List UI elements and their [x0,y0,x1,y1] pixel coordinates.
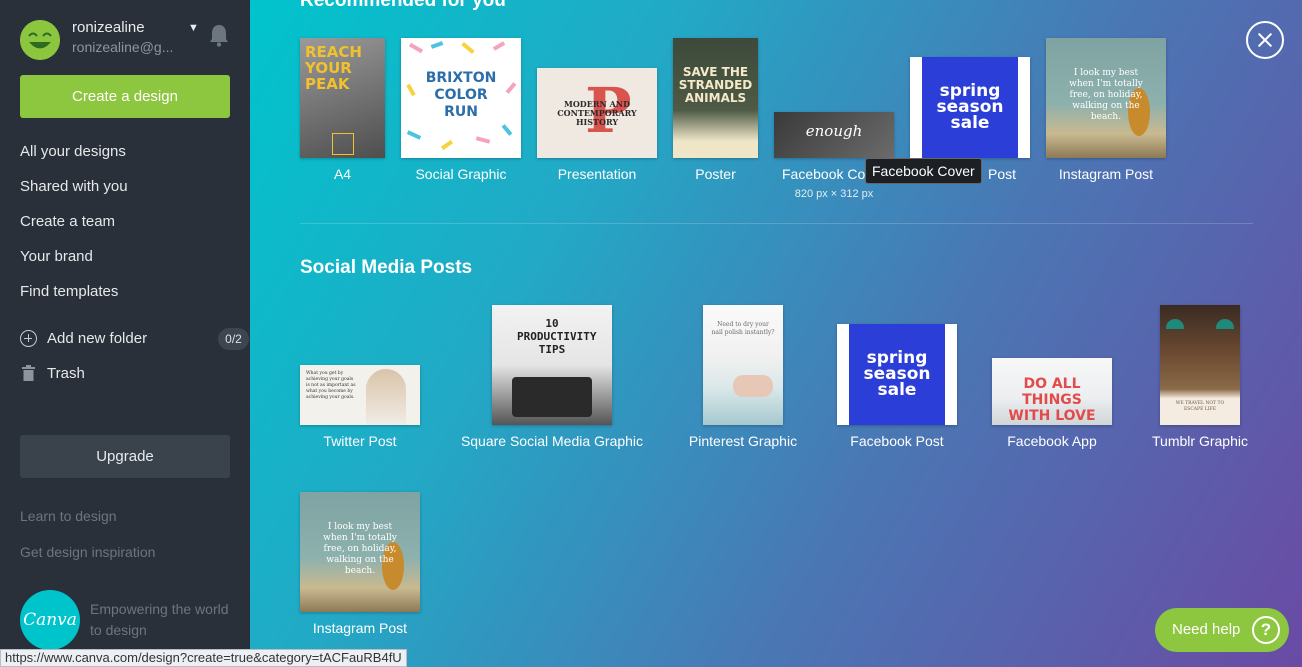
user-menu[interactable]: ronizealine ronizealine@g... ▼ [20,18,235,62]
design-inspiration-link[interactable]: Get design inspiration [20,544,155,560]
avatar[interactable] [20,20,60,60]
thumbnail: spring season sale [837,324,957,425]
thumb-text: enough [805,122,863,140]
folder-count-badge: 0/2 [218,328,249,350]
thumbnail: P MODERN AND CONTEMPORARY HISTORY [537,68,657,158]
thumb-text: I look my best when I'm totally free, on… [1069,68,1143,122]
thumb-text: SAVE THE STRANDED ANIMALS [678,65,753,105]
bell-icon[interactable] [208,23,230,47]
thumb-text: spring season sale [936,81,1004,133]
thumbnail: I look my best when I'm totally free, on… [300,492,420,612]
card-label: Pinterest Graphic [688,433,798,449]
thumbnail: I look my best when I'm totally free, on… [1046,38,1166,158]
canva-logo[interactable]: Canva [20,590,80,650]
hand-icon [733,375,773,397]
nav-find-templates[interactable]: Find templates [20,280,230,315]
nav-your-brand[interactable]: Your brand [20,245,230,280]
user-name: ronizealine [72,19,145,36]
learn-to-design-link[interactable]: Learn to design [20,508,117,524]
thumb-text: I look my best when I'm totally free, on… [323,522,397,576]
thumb-text: WE TRAVEL NOT TO ESCAPE LIFE [1175,401,1225,412]
thumb-text: 10 PRODUCTIVITY TIPS [517,317,597,356]
recommended-title: Recommended for you [300,0,506,11]
tagline: Empowering the world to design [90,601,229,638]
social-media-title: Social Media Posts [300,257,473,278]
card-label: Twitter Post [323,433,397,449]
section-divider [300,223,1253,224]
thumbnail: 10 PRODUCTIVITY TIPS [492,305,612,425]
help-label: Need help [1172,621,1241,638]
thumbnail: enough [774,112,894,158]
card-label: Square Social Media Graphic [460,433,644,449]
card-label: Presentation [557,166,637,182]
status-bar-url: https://www.canva.com/design?create=true… [0,649,407,667]
lamp-icon [1166,319,1184,329]
nav-shared-with-you[interactable]: Shared with you [20,175,230,210]
thumbnail: What you get by achieving your goals is … [300,365,420,425]
add-folder-label: Add new folder [47,330,148,347]
person-icon [366,369,406,425]
nav-create-team[interactable]: Create a team [20,210,230,245]
thumb-text: What you get by achieving your goals is … [306,371,356,400]
thumbnail: Need to dry your nail polish instantly? [703,305,783,425]
sidebar: ronizealine ronizealine@g... ▼ Create a … [0,0,250,667]
thumbnail: SAVE THE STRANDED ANIMALS [673,38,758,158]
thumbnail: spring season sale [910,57,1030,158]
caret-down-icon[interactable]: ▼ [188,22,199,34]
plus-circle-icon [20,330,37,347]
thumb-text: DO ALL THINGS WITH LOVE [1008,376,1096,424]
thumbnail: WE TRAVEL NOT TO ESCAPE LIFE [1160,305,1240,425]
thumbnail: BRIXTON COLOR RUN [401,38,521,158]
user-email: ronizealine@g... [72,39,174,55]
thumb-text: BRIXTON COLOR RUN [425,70,497,120]
sidebar-nav: All your designs Shared with you Create … [20,140,230,315]
thumb-text: Need to dry your nail polish instantly? [711,321,775,336]
thumb-frame [332,133,354,155]
thumb-text: spring season sale [863,348,931,400]
close-button[interactable] [1246,21,1284,59]
question-icon: ? [1252,616,1280,644]
card-label: Facebook Post [850,433,944,449]
add-folder-button[interactable]: Add new folder 0/2 [20,328,249,350]
tooltip: Facebook Cover [865,158,982,184]
thumb-text: MODERN AND CONTEMPORARY HISTORY [557,99,637,127]
card-label: Poster [695,166,736,182]
trash-label: Trash [47,365,85,382]
upgrade-button[interactable]: Upgrade [20,435,230,478]
card-dimensions: 820 px × 312 px [794,188,874,200]
need-help-button[interactable]: Need help ? [1155,608,1289,652]
design-picker-panel: Recommended for you REACH YOUR PEAK A4 B… [250,0,1302,667]
typewriter-icon [512,377,592,417]
smiley-icon [20,20,60,60]
card-label: Facebook Co [782,166,866,182]
thumb-text: REACH YOUR PEAK [305,43,362,93]
thumbnail: DO ALL THINGS WITH LOVE [992,358,1112,425]
create-design-button[interactable]: Create a design [20,75,230,118]
card-label: Post [988,166,1017,182]
card-label: Instagram Post [1058,166,1154,182]
thumbnail: REACH YOUR PEAK [300,38,385,158]
trash-icon [22,365,35,381]
card-label: Social Graphic [415,166,507,182]
lamp-icon [1216,319,1234,329]
card-label: A4 [333,166,352,182]
nav-all-designs[interactable]: All your designs [20,140,230,175]
card-label: Instagram Post [312,620,408,636]
card-label: Facebook App [1007,433,1097,449]
card-label: Tumblr Graphic [1152,433,1248,449]
